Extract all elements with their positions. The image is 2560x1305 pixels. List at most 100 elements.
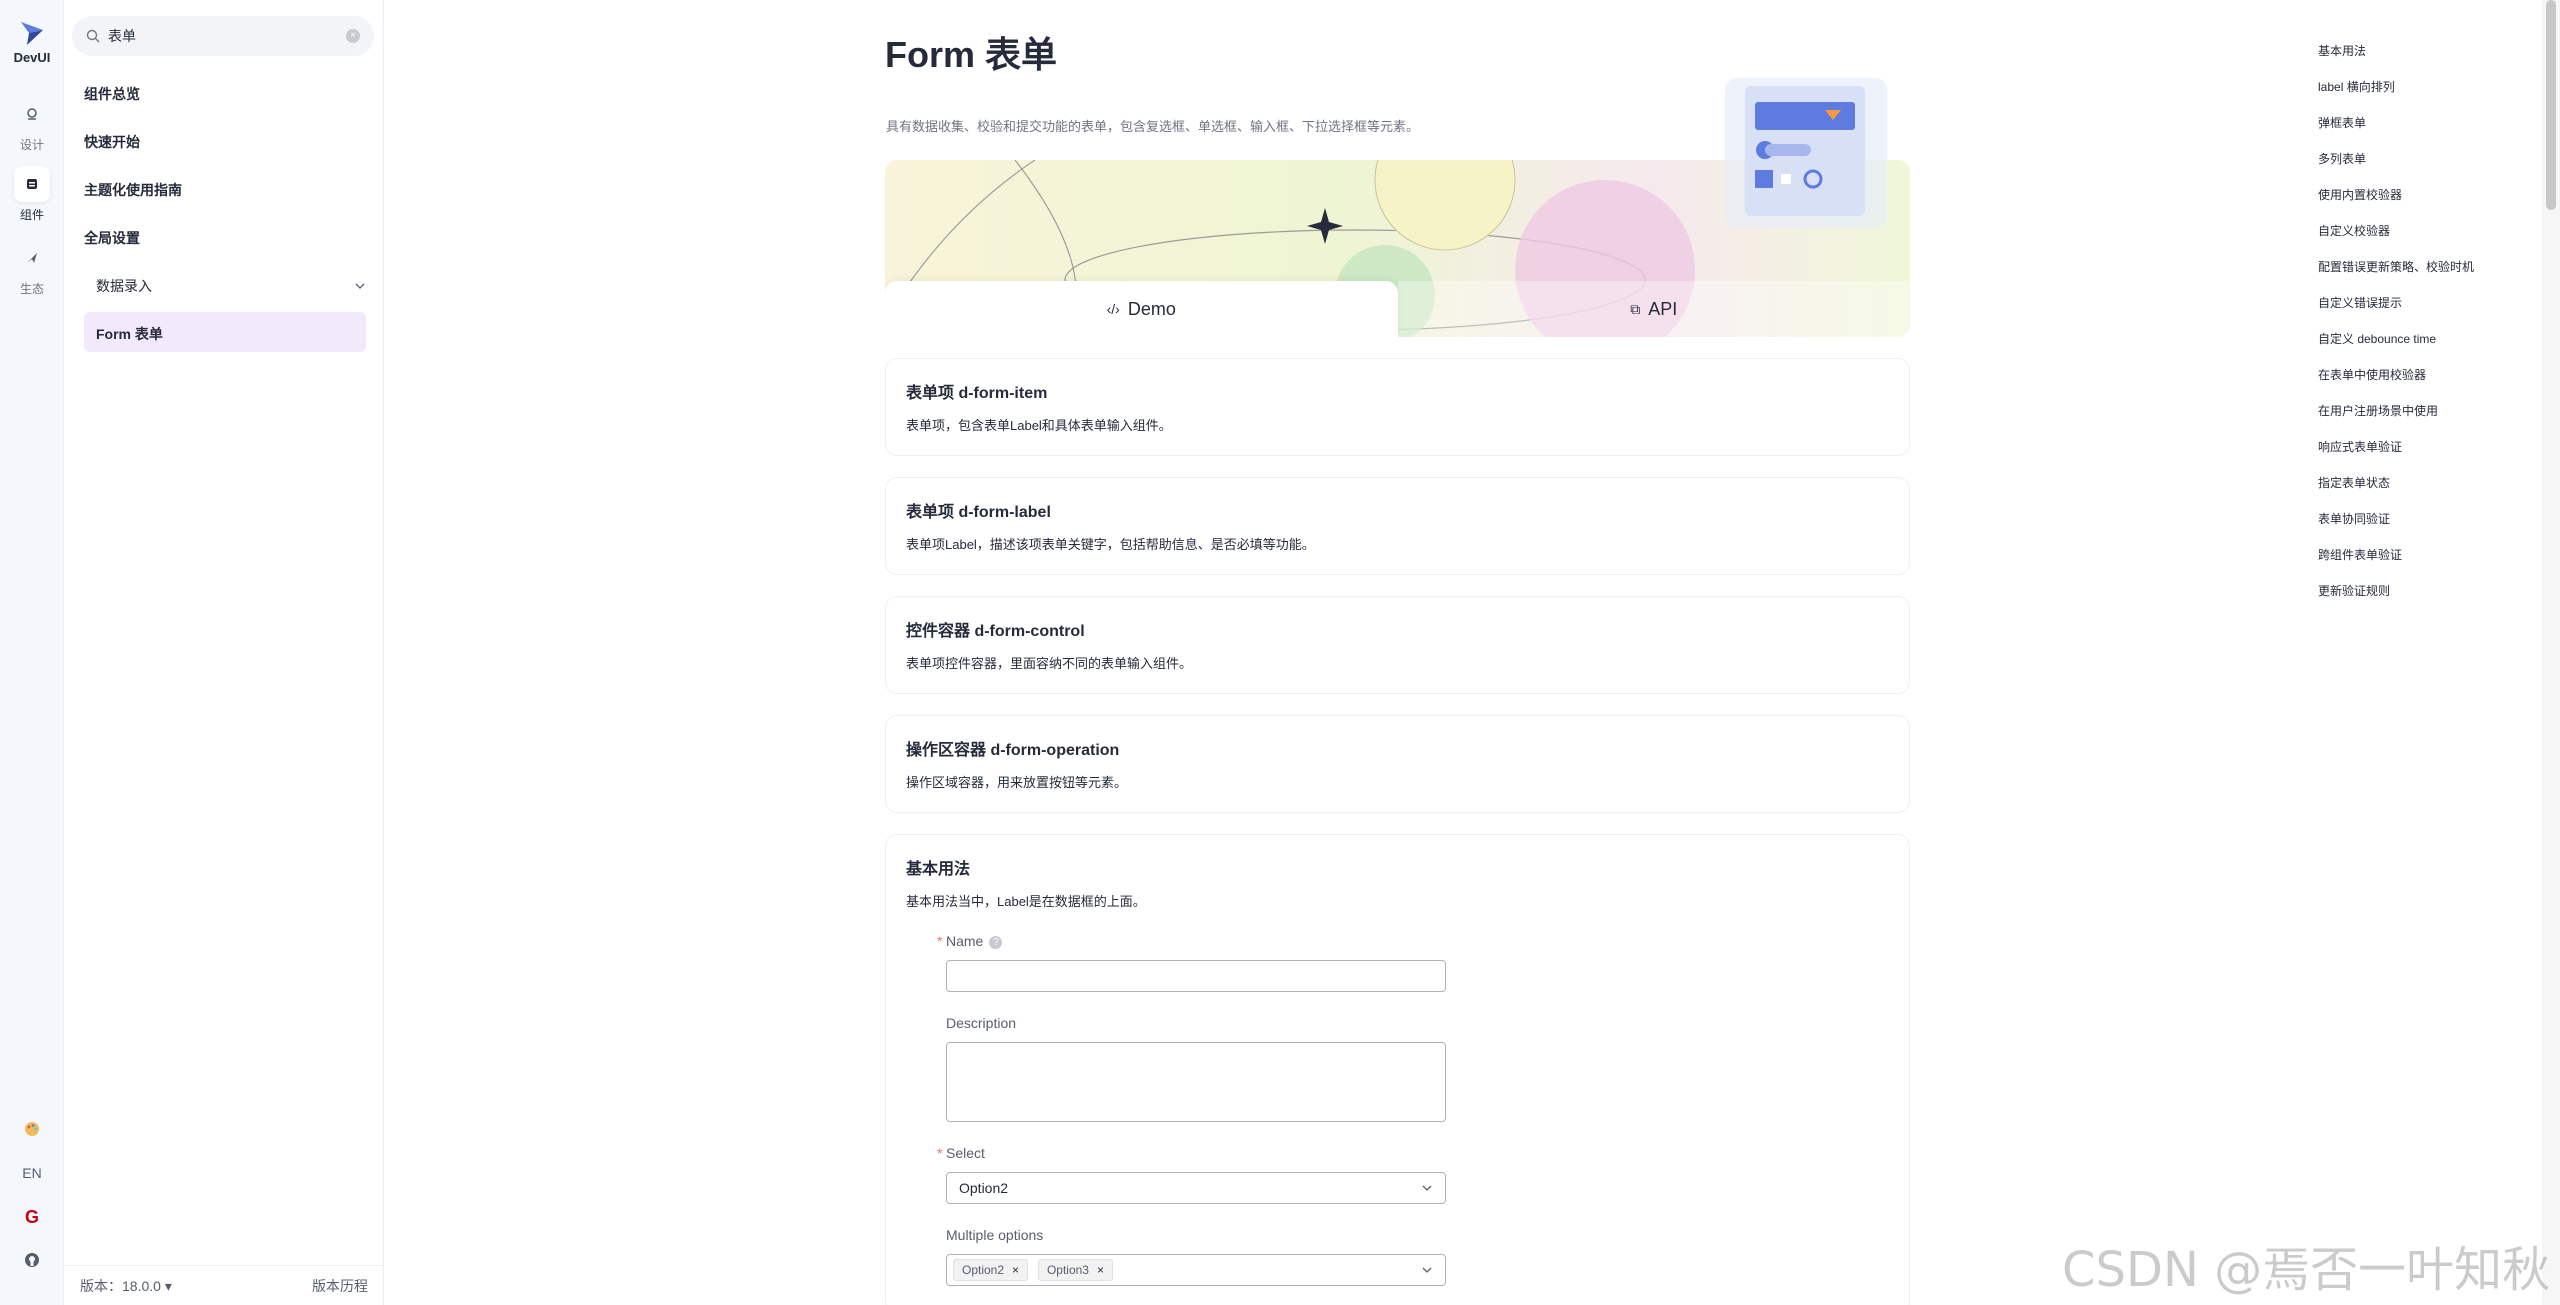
theme-palette-icon[interactable]: [0, 1120, 64, 1141]
rail-item-design[interactable]: 设计: [0, 96, 64, 153]
gitee-icon[interactable]: G: [0, 1207, 64, 1228]
anchor-link[interactable]: 在用户注册场景中使用: [2318, 402, 2438, 419]
anchor-link[interactable]: 自定义校验器: [2318, 222, 2390, 239]
anchor-link[interactable]: 使用内置校验器: [2318, 186, 2402, 203]
card-desc: 操作区域容器，用来放置按钮等元素。: [906, 775, 1128, 790]
anchor-link[interactable]: 自定义 debounce time: [2318, 330, 2436, 347]
anchor-link[interactable]: label 横向排列: [2318, 78, 2395, 95]
rail-item-label: 生态: [19, 282, 44, 296]
rail-item-ecosystem[interactable]: 生态: [0, 240, 64, 297]
page-title: Form 表单: [885, 34, 1058, 75]
description-label: Description: [946, 1015, 1017, 1031]
card-form-control: 控件容器 d-form-control 表单项控件容器，里面容纳不同的表单输入组…: [885, 596, 1910, 694]
menu-item-quick-start[interactable]: 快速开始: [84, 132, 140, 152]
chevron-down-icon: [355, 283, 365, 289]
anchor-link[interactable]: 响应式表单验证: [2318, 438, 2402, 455]
card-title: 表单项 d-form-label: [906, 504, 1051, 521]
card-desc: 表单项控件容器，里面容纳不同的表单输入组件。: [906, 656, 1193, 671]
tab-api[interactable]: ⧉ API: [1397, 281, 1910, 337]
description-textarea[interactable]: [946, 1042, 1446, 1122]
name-input[interactable]: [946, 960, 1446, 992]
remove-tag-icon[interactable]: ×: [1012, 1263, 1019, 1277]
tab-demo[interactable]: ‹/› Demo: [885, 281, 1398, 337]
menu-group-label: 数据录入: [96, 278, 152, 294]
anchor-link[interactable]: 配置错误更新策略、校验时机: [2318, 258, 2474, 275]
component-icon: [14, 166, 50, 202]
card-title: 控件容器 d-form-control: [906, 623, 1085, 640]
design-icon: [14, 96, 50, 132]
select-label-text: Select: [946, 1145, 985, 1161]
search-input[interactable]: 表单: [108, 26, 346, 46]
devui-logo[interactable]: DevUI: [0, 18, 64, 65]
multi-select[interactable]: Option2 × Option3 ×: [946, 1254, 1446, 1286]
tag-option2: Option2 ×: [953, 1259, 1029, 1281]
card-form-operation: 操作区容器 d-form-operation 操作区域容器，用来放置按钮等元素。: [885, 715, 1910, 813]
tab-demo-label: Demo: [1127, 298, 1176, 319]
menu-group-data-entry[interactable]: 数据录入: [96, 276, 366, 296]
rail-item-components[interactable]: 组件: [0, 166, 64, 223]
icon-rail: DevUI 设计 组件 生态 EN G: [0, 0, 64, 1305]
version-label: 版本：18.0.0: [80, 1277, 161, 1294]
card-title: 表单项 d-form-item: [906, 385, 1048, 402]
anchor-link[interactable]: 表单协同验证: [2318, 510, 2390, 527]
chevron-down-icon: [1422, 1185, 1432, 1191]
anchor-link[interactable]: 弹框表单: [2318, 114, 2366, 131]
anchor-link[interactable]: 更新验证规则: [2318, 582, 2390, 599]
demo-desc: 基本用法当中，Label是在数据框的上面。: [906, 894, 1146, 909]
chevron-down-icon: [1422, 1267, 1432, 1273]
sidebar-footer: 版本：18.0.0 ▾ 版本历程: [64, 1265, 384, 1305]
anchor-link[interactable]: 指定表单状态: [2318, 474, 2390, 491]
anchor-link[interactable]: 跨组件表单验证: [2318, 546, 2402, 563]
tag-label: Option2: [962, 1263, 1005, 1277]
anchor-link[interactable]: 多列表单: [2318, 150, 2366, 167]
rail-item-label: 设计: [19, 138, 44, 152]
side-menu: 表单 × 组件总览 快速开始 主题化使用指南 全局设置 数据录入 Form 表单…: [64, 0, 384, 1305]
anchor-link[interactable]: 在表单中使用校验器: [2318, 366, 2426, 383]
remove-tag-icon[interactable]: ×: [1097, 1263, 1104, 1277]
name-label: * Name?: [937, 933, 1003, 949]
multi-label: Multiple options: [946, 1227, 1044, 1243]
language-switch[interactable]: EN: [0, 1165, 64, 1181]
card-title: 操作区容器 d-form-operation: [906, 742, 1120, 759]
menu-item-form[interactable]: Form 表单: [84, 312, 366, 352]
card-desc: 表单项Label，描述该项表单关键字，包括帮助信息、是否必填等功能。: [906, 537, 1315, 552]
caret-down-icon: ▾: [164, 1277, 172, 1294]
search-box[interactable]: 表单 ×: [72, 16, 374, 56]
scrollbar-thumb[interactable]: [2546, 0, 2556, 210]
tag-label: Option3: [1046, 1263, 1089, 1277]
tag-list: Option2 × Option3 ×: [953, 1259, 1119, 1281]
logo-text: DevUI: [13, 50, 51, 65]
watermark: CSDN @焉否一叶知秋: [2062, 1242, 2551, 1298]
form-illustration: [1725, 78, 1887, 228]
page-subtitle: 具有数据收集、校验和提交功能的表单，包含复选框、单选框、输入框、下拉选择框等元素…: [886, 119, 1420, 134]
required-mark: *: [937, 1145, 943, 1161]
clear-search-icon[interactable]: ×: [346, 29, 360, 43]
menu-item-theming[interactable]: 主题化使用指南: [84, 180, 182, 200]
required-mark: *: [937, 933, 943, 949]
tab-api-label: API: [1648, 298, 1678, 319]
menu-item-global-settings[interactable]: 全局设置: [84, 228, 140, 248]
version-history-link[interactable]: 版本历程: [312, 1276, 368, 1296]
api-icon: ⧉: [1630, 300, 1641, 317]
select-value: Option2: [959, 1180, 1009, 1196]
option-select[interactable]: Option2: [946, 1172, 1446, 1204]
ecosystem-icon: [14, 240, 50, 276]
code-icon: ‹/›: [1106, 301, 1120, 317]
card-desc: 表单项，包含表单Label和具体表单输入组件。: [906, 418, 1172, 433]
demo-title: 基本用法: [906, 861, 971, 878]
card-form-item: 表单项 d-form-item 表单项，包含表单Label和具体表单输入组件。: [885, 358, 1910, 456]
anchor-link[interactable]: 自定义错误提示: [2318, 294, 2402, 311]
rail-item-label: 组件: [19, 208, 44, 222]
tag-option3: Option3 ×: [1037, 1259, 1113, 1281]
menu-item-overview[interactable]: 组件总览: [84, 84, 140, 104]
page-scrollbar[interactable]: [2542, 0, 2560, 1305]
help-icon[interactable]: ?: [989, 935, 1003, 949]
select-label: * Select: [937, 1145, 985, 1161]
name-label-text: Name: [946, 933, 984, 949]
anchor-link[interactable]: 基本用法: [2318, 42, 2366, 59]
version-select[interactable]: 版本：18.0.0 ▾: [80, 1276, 172, 1296]
doc-tabs: ‹/› Demo ⧉ API: [885, 281, 1910, 337]
devui-logo-icon: [21, 22, 43, 45]
search-icon: [86, 29, 100, 43]
github-icon[interactable]: [0, 1252, 64, 1271]
